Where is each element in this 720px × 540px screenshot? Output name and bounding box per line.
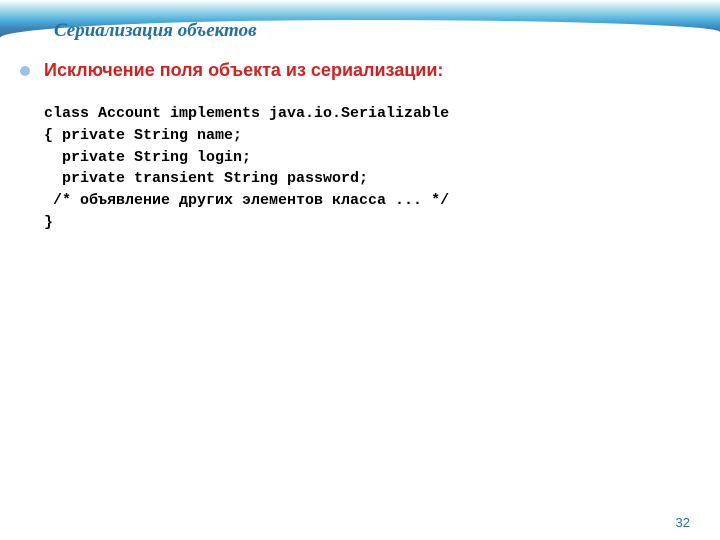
slide-title: Сериализация объектов (54, 20, 257, 42)
code-line: } (44, 212, 700, 234)
subtitle-text: Исключение поля объекта из сериализации: (44, 60, 443, 81)
code-line: private String login; (44, 147, 700, 169)
slide-content: Исключение поля объекта из сериализации:… (20, 60, 700, 234)
code-line: { private String name; (44, 125, 700, 147)
code-block: class Account implements java.io.Seriali… (44, 103, 700, 234)
code-line: /* объявление других элементов класса ..… (44, 190, 700, 212)
bullet-icon (20, 66, 30, 76)
code-line: private transient String password; (44, 168, 700, 190)
page-number: 32 (676, 515, 690, 530)
bullet-item: Исключение поля объекта из сериализации: (20, 60, 700, 81)
code-line: class Account implements java.io.Seriali… (44, 103, 700, 125)
